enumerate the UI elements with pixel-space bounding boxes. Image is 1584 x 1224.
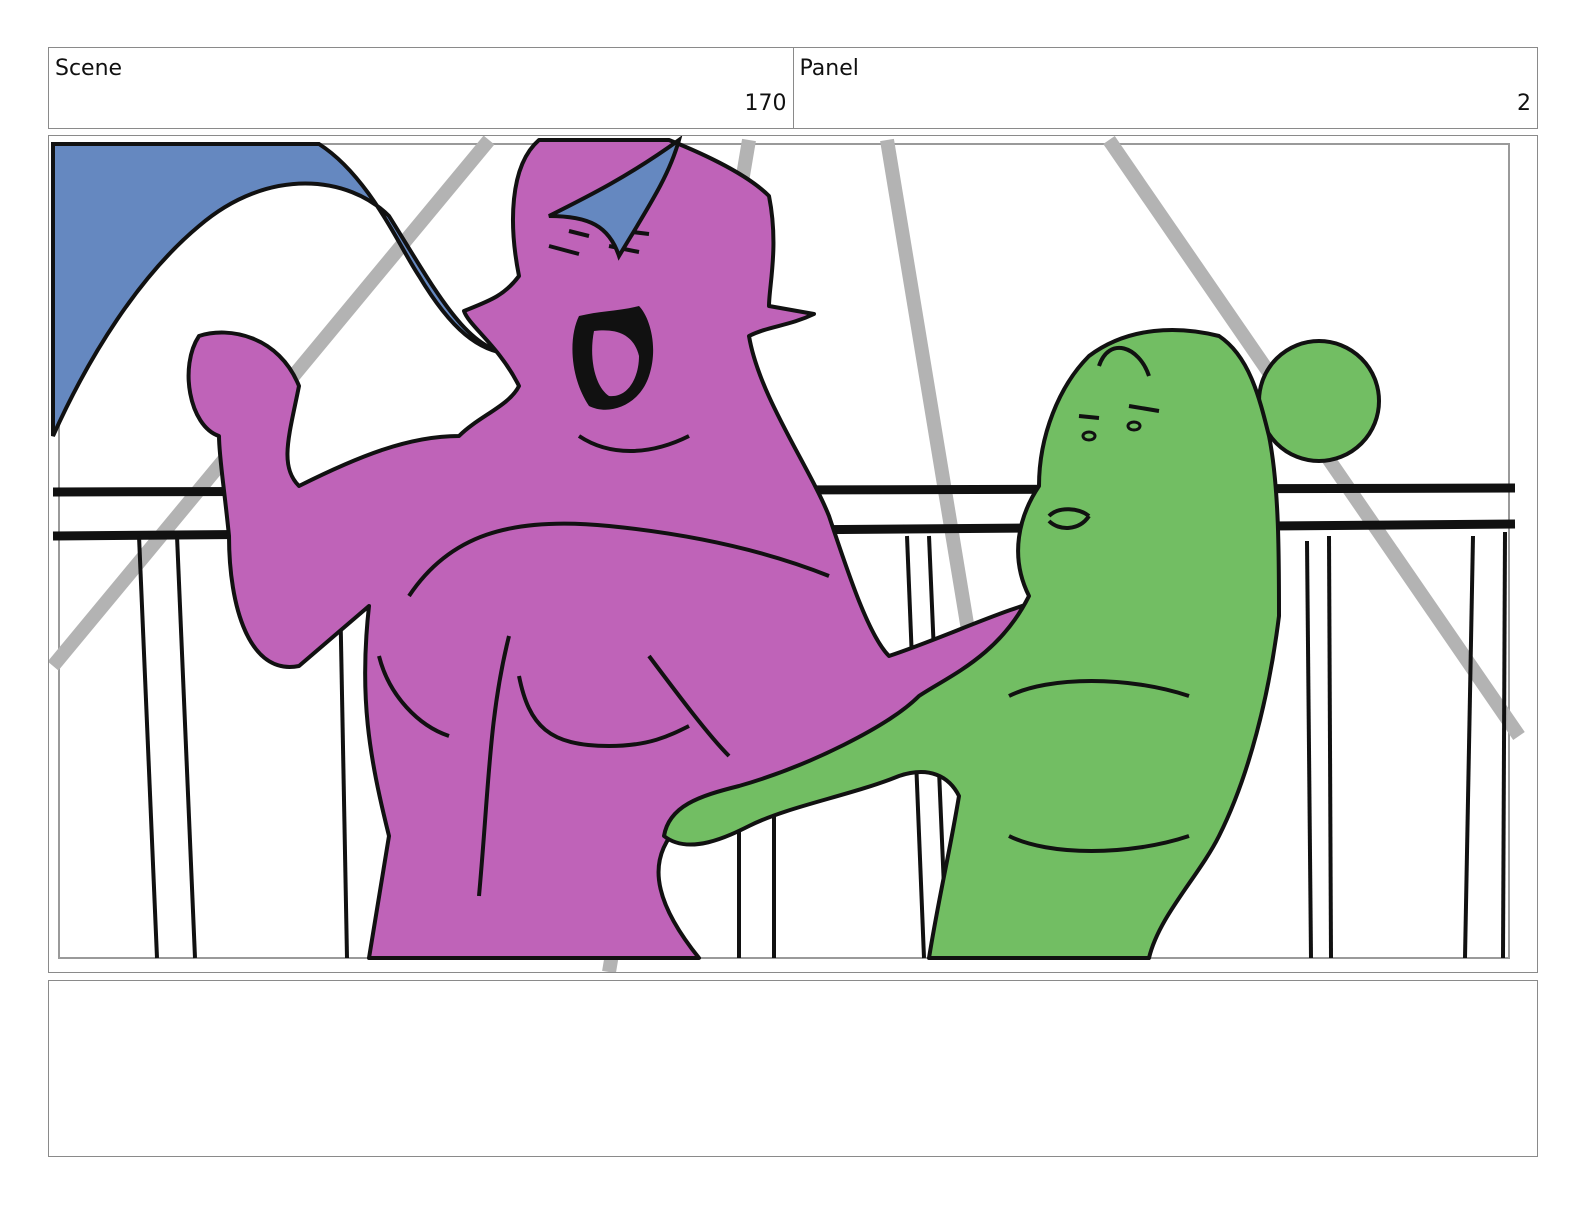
storyboard-panel-frame — [48, 135, 1538, 973]
panel-illustration — [49, 136, 1525, 972]
storyboard-header: Scene 170 Panel 2 — [48, 47, 1538, 129]
scene-number: 170 — [744, 91, 787, 116]
panel-number: 2 — [1517, 91, 1531, 116]
panel-label: Panel — [799, 56, 859, 81]
panel-notes-box[interactable] — [48, 980, 1538, 1157]
scene-cell: Scene 170 — [49, 48, 793, 128]
scene-label: Scene — [55, 56, 123, 81]
panel-cell: Panel 2 — [792, 48, 1538, 128]
